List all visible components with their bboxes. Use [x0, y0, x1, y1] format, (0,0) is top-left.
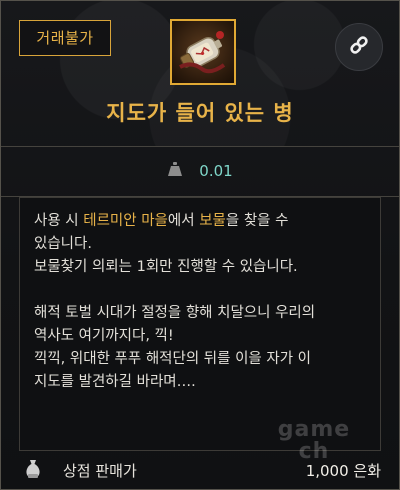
map-bottle-icon: [170, 19, 236, 85]
weight-icon: [167, 161, 183, 181]
location-highlight: 테르미안 마을: [83, 213, 168, 229]
item-description: 사용 시 테르미안 마을에서 보물을 찾을 수 있습니다. 보물찾기 의뢰는 1…: [19, 197, 381, 451]
sell-price-footer: 상점 판매가 1,000 은화: [1, 451, 399, 489]
weight-value: 0.01: [199, 162, 233, 180]
sell-price-value: 1,000 은화: [305, 462, 381, 480]
untradable-badge: 거래불가: [19, 20, 111, 56]
description-text: 사용 시: [34, 213, 84, 229]
item-title: 지도가 들어 있는 병: [106, 101, 294, 125]
description-text: 을 찾을 수: [225, 213, 289, 229]
description-line-7: 지도를 발견하길 바라며….: [34, 374, 196, 390]
share-link-button[interactable]: [335, 23, 383, 71]
money-bag-icon: [23, 458, 43, 484]
item-tooltip-card: 거래불가 지도가 들어 있는 병 0.01 사용 시 테르미안 마을에서 보물을…: [0, 0, 400, 490]
description-line-4: 해적 토벌 시대가 절정을 향해 치달으니 우리의: [34, 305, 316, 321]
weight-row: 0.01: [1, 147, 399, 195]
link-icon: [347, 33, 371, 61]
description-line-6: 끽끽, 위대한 푸푸 해적단의 뒤를 이을 자가 이: [34, 351, 311, 367]
description-text: 에서: [167, 213, 200, 229]
description-line-5: 역사도 여기까지다, 끽!: [34, 328, 174, 344]
treasure-highlight: 보물: [199, 213, 226, 229]
sell-price-label: 상점 판매가: [63, 462, 137, 480]
description-line-3: 보물찾기 의뢰는 1회만 진행할 수 있습니다.: [34, 259, 298, 275]
description-line-1: 사용 시 테르미안 마을에서 보물을 찾을 수: [34, 210, 366, 233]
description-line-2: 있습니다.: [34, 236, 92, 252]
